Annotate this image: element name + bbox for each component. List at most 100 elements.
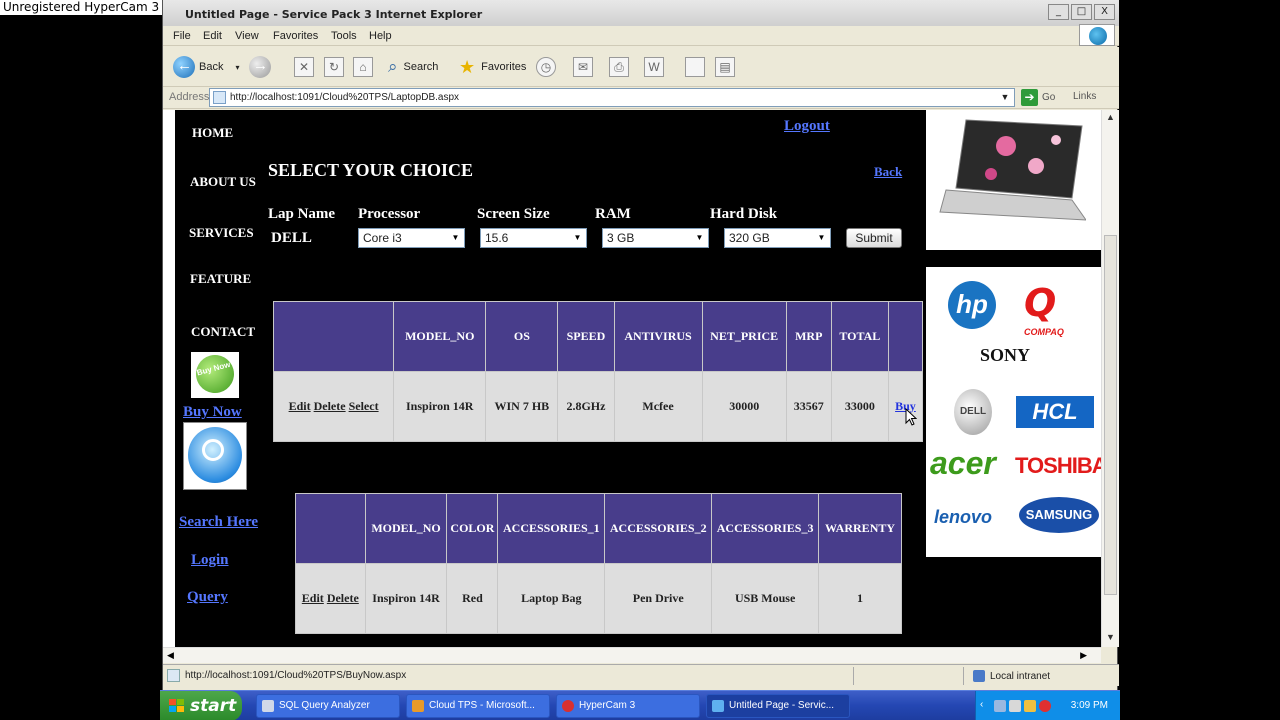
go-button[interactable]: ➔ Go — [1021, 89, 1055, 106]
scroll-up-icon[interactable]: ▲ — [1106, 112, 1115, 122]
search-here-link[interactable]: Search Here — [179, 514, 258, 531]
maximize-button[interactable]: □ — [1071, 4, 1092, 20]
lenovo-logo: lenovo — [934, 507, 993, 527]
task-untitled-page[interactable]: Untitled Page - Servic... — [706, 694, 850, 718]
address-dropdown-icon[interactable]: ▼ — [998, 90, 1012, 105]
title-bar[interactable]: Untitled Page - Service Pack 3 Internet … — [163, 0, 1119, 26]
start-label: start — [190, 696, 237, 716]
scroll-right-icon[interactable]: ▶ — [1080, 650, 1087, 661]
task-label: HyperCam 3 — [579, 700, 636, 711]
menu-file[interactable]: File — [173, 30, 191, 42]
delete-link[interactable]: Delete — [314, 399, 346, 413]
processor-select[interactable]: Core i3 ▼ — [358, 228, 465, 248]
buy-now-badge-image[interactable]: Buy Now — [191, 350, 239, 398]
word-tray-icon[interactable] — [1009, 700, 1021, 712]
close-button[interactable]: X — [1094, 4, 1115, 20]
forward-button[interactable] — [249, 55, 271, 79]
acer-logo: acer — [930, 445, 996, 481]
hard-disk-select[interactable]: 320 GB ▼ — [724, 228, 831, 248]
favorites-button[interactable]: ★ Favorites — [459, 55, 526, 79]
select-link[interactable]: Select — [349, 399, 379, 413]
network-icon[interactable] — [994, 700, 1006, 712]
edit-link[interactable]: Edit — [302, 591, 324, 605]
nav-feature[interactable]: FEATURE — [190, 271, 251, 287]
samsung-logo: SAMSUNG — [1019, 497, 1099, 533]
cell-buy: Buy — [887, 371, 924, 442]
ie-icon — [712, 700, 724, 712]
discuss-button[interactable] — [685, 55, 705, 79]
task-sql-query-analyzer[interactable]: SQL Query Analyzer — [256, 694, 400, 718]
logout-link[interactable]: Logout — [784, 118, 830, 135]
row-actions: Edit Delete Select — [272, 371, 395, 442]
vertical-scrollbar[interactable]: ▲ ▼ — [1101, 110, 1119, 647]
word-icon: W — [644, 57, 664, 77]
status-divider — [853, 667, 854, 685]
scroll-left-icon[interactable]: ◀ — [167, 650, 174, 661]
stop-button[interactable]: ✕ — [294, 55, 314, 79]
menu-tools[interactable]: Tools — [331, 30, 357, 42]
scroll-down-icon[interactable]: ▼ — [1106, 632, 1115, 642]
menu-favorites[interactable]: Favorites — [273, 30, 318, 42]
zone-label: Local intranet — [990, 670, 1051, 682]
mouse-cursor-icon — [905, 408, 917, 426]
print-button[interactable]: ⎙ — [609, 55, 629, 79]
nav-home[interactable]: HOME — [192, 125, 233, 141]
edit-word-button[interactable]: W — [644, 55, 664, 79]
nav-contact[interactable]: CONTACT — [191, 324, 255, 340]
back-label: Back — [199, 61, 224, 73]
login-link[interactable]: Login — [191, 552, 229, 569]
grid-header-row: MODEL_NO COLOR ACCESSORIES_1 ACCESSORIES… — [295, 493, 902, 564]
go-arrow-icon: ➔ — [1021, 89, 1038, 106]
search-globe-image[interactable] — [183, 422, 247, 490]
processor-label: Processor — [358, 206, 421, 222]
back-link[interactable]: Back — [874, 164, 902, 180]
task-hypercam[interactable]: HyperCam 3 — [556, 694, 700, 718]
clock[interactable]: 3:09 PM — [1071, 700, 1108, 711]
start-button[interactable]: start — [160, 691, 242, 720]
address-input[interactable]: http://localhost:1091/Cloud%20TPS/Laptop… — [209, 88, 1015, 107]
screen-size-select[interactable]: 15.6 ▼ — [480, 228, 587, 248]
search-button[interactable]: ⌕ Search — [388, 55, 438, 79]
buy-now-link[interactable]: Buy Now — [183, 404, 242, 421]
back-dropdown-icon[interactable]: ▾ — [235, 63, 239, 72]
home-button[interactable]: ⌂ — [353, 55, 373, 79]
delete-link[interactable]: Delete — [327, 591, 359, 605]
task-label: Cloud TPS - Microsoft... — [429, 700, 535, 711]
scroll-thumb[interactable] — [1104, 235, 1117, 595]
compaq-logo: COMPAQ — [1024, 327, 1064, 337]
cell-accessories-1: Laptop Bag — [497, 563, 606, 634]
submit-button[interactable]: Submit — [846, 228, 902, 248]
messenger-button[interactable]: ▤ — [715, 55, 735, 79]
menu-view[interactable]: View — [235, 30, 259, 42]
ram-select[interactable]: 3 GB ▼ — [602, 228, 709, 248]
cell-antivirus: Mcfee — [613, 371, 703, 442]
minimize-button[interactable]: _ — [1048, 4, 1069, 20]
nav-about-us[interactable]: ABOUT US — [190, 174, 256, 190]
grid-header-color: COLOR — [446, 493, 499, 564]
research-icon: ▤ — [715, 57, 735, 77]
intranet-icon — [973, 670, 985, 682]
visual-studio-icon — [412, 700, 424, 712]
menu-bar: File Edit View Favorites Tools Help — [163, 26, 1119, 46]
back-button[interactable]: Back ▾ — [173, 55, 239, 79]
tray-expand-icon[interactable]: ‹ — [980, 699, 983, 710]
horizontal-scrollbar[interactable]: ◀ ▶ — [163, 647, 1101, 663]
tray-app-icon[interactable] — [1024, 700, 1036, 712]
taskbar: start SQL Query Analyzer Cloud TPS - Mic… — [160, 690, 1120, 720]
menu-edit[interactable]: Edit — [203, 30, 222, 42]
menu-help[interactable]: Help — [369, 30, 392, 42]
refresh-button[interactable]: ↻ — [324, 55, 344, 79]
status-url: http://localhost:1091/Cloud%20TPS/BuyNow… — [185, 670, 407, 681]
history-button[interactable]: ◷ — [536, 55, 556, 79]
dell-logo: DELL — [954, 389, 992, 435]
nav-services[interactable]: SERVICES — [189, 225, 254, 241]
laptop-photo — [926, 110, 1101, 250]
task-cloud-tps[interactable]: Cloud TPS - Microsoft... — [406, 694, 550, 718]
alert-icon[interactable] — [1039, 700, 1051, 712]
links-button[interactable]: Links — [1073, 91, 1096, 102]
chevron-down-icon: ▼ — [448, 230, 463, 246]
mail-button[interactable]: ✉ — [573, 55, 593, 79]
edit-link[interactable]: Edit — [289, 399, 311, 413]
grid-header-accessories-3: ACCESSORIES_3 — [711, 493, 820, 564]
query-link[interactable]: Query — [187, 589, 228, 606]
